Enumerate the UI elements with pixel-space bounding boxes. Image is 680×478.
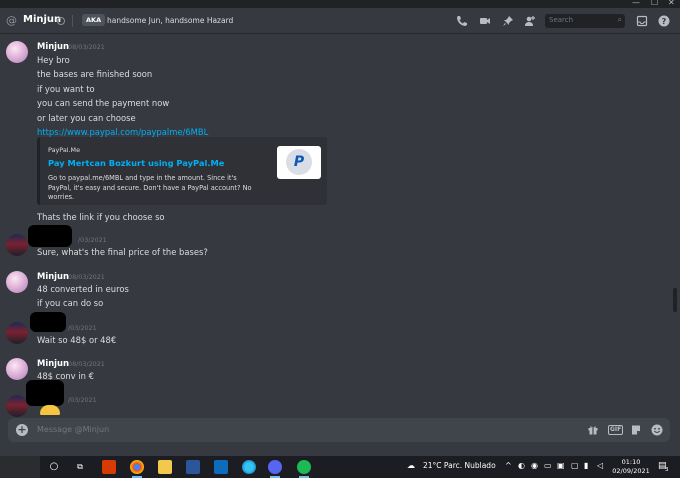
help-icon[interactable]: ? [658, 15, 670, 27]
weather-text[interactable]: 21°C Parc. Nublado [423, 461, 496, 470]
task-view-icon[interactable]: ⧉ [73, 460, 87, 474]
minimize-icon[interactable]: — [632, 0, 640, 7]
clock-time: 01:10 [621, 458, 641, 466]
message-timestamp: /03/2021 [68, 396, 97, 404]
chrome-icon[interactable] [130, 460, 144, 478]
message-timestamp: 08/03/2021 [68, 273, 105, 281]
display-icon[interactable]: ▢ [571, 461, 579, 470]
redacted-username [28, 225, 72, 247]
office-icon[interactable] [102, 460, 116, 474]
taskbar-search-area[interactable] [0, 456, 40, 478]
close-icon[interactable]: ✕ [668, 0, 675, 7]
mail-icon[interactable] [214, 460, 228, 474]
message-text: 48 converted in euros [37, 284, 129, 294]
clock-date: 02/09/2021 [612, 467, 650, 475]
network-icon[interactable]: ▣ [557, 461, 565, 470]
message-text: or later you can choose [37, 113, 136, 123]
gif-button[interactable]: GIF [608, 425, 624, 435]
avatar[interactable] [6, 322, 28, 344]
message-author[interactable]: Minjun [37, 358, 69, 368]
attach-plus-icon[interactable]: + [16, 424, 28, 436]
message-text: you can send the payment now [37, 98, 170, 108]
message-text: if you can do so [37, 298, 104, 308]
header-divider [72, 15, 73, 27]
paypal-link[interactable]: https://www.paypal.com/paypalme/6MBL [37, 127, 208, 137]
paypal-logo-icon[interactable]: P [277, 146, 321, 179]
message-text: Hey bro [37, 55, 70, 65]
aka-names: handsome Jun, handsome Hazard [107, 16, 234, 25]
show-hidden-icons-icon[interactable]: ^ [505, 461, 512, 470]
message-timestamp: 08/03/2021 [68, 43, 105, 51]
redacted-username [26, 380, 64, 406]
volume-icon[interactable]: ◁ [597, 461, 603, 470]
avatar[interactable] [6, 41, 28, 63]
channel-header: @ Minjun AKA handsome Jun, handsome Haza… [0, 8, 680, 34]
clock[interactable]: 01:10 02/09/2021 [610, 458, 652, 476]
redacted-username [30, 312, 66, 332]
channel-name: Minjun [23, 14, 62, 25]
aka-badge: AKA [82, 14, 106, 26]
scrollbar-thumb[interactable] [673, 288, 677, 312]
edge-icon[interactable] [242, 460, 256, 474]
tray-app-icon[interactable]: ◐ [518, 461, 525, 470]
avatar[interactable] [6, 271, 28, 293]
message-text: Sure, what's the final price of the base… [37, 247, 208, 257]
message-text: if you want to [37, 84, 95, 94]
message-timestamp: 08/03/2021 [68, 360, 105, 368]
message-timestamp: /03/2021 [78, 236, 107, 244]
cortana-icon[interactable]: ○ [47, 460, 61, 474]
windows-taskbar: ○ ⧉ ☁ 21°C Parc. Nublado ^ ◐ ◉ ▭ ▣ ▢ ▮ ◁… [0, 456, 680, 478]
svg-text:?: ? [662, 17, 667, 26]
inbox-icon[interactable] [636, 15, 648, 27]
spotify-icon[interactable] [297, 460, 311, 478]
message-text: Wait so 48$ or 48€ [37, 335, 117, 345]
message-list: Minjun 08/03/2021 Hey bro the bases are … [0, 35, 670, 417]
message-timestamp: /03/2021 [68, 324, 97, 332]
search-icon: ⌕ [617, 15, 622, 24]
sticker-icon[interactable] [630, 424, 642, 440]
discord-icon[interactable] [268, 460, 282, 478]
message-composer[interactable]: + Message @Minjun GIF [8, 418, 670, 442]
pin-icon[interactable] [502, 15, 514, 27]
store-icon[interactable] [186, 460, 200, 474]
gift-icon[interactable] [587, 424, 599, 440]
window-titlebar: — ☐ ✕ [0, 0, 680, 8]
message-input[interactable]: Message @Minjun [37, 425, 109, 434]
steam-icon[interactable]: ◉ [531, 461, 538, 470]
file-explorer-icon[interactable] [158, 460, 172, 474]
maximize-icon[interactable]: ☐ [651, 0, 658, 7]
usb-icon[interactable]: ▮ [584, 461, 588, 470]
search-placeholder: Search [549, 16, 574, 24]
call-icon[interactable] [456, 15, 468, 27]
add-member-icon[interactable] [524, 15, 536, 27]
battery-icon[interactable]: ▭ [544, 461, 552, 470]
status-indicator-icon [57, 17, 65, 25]
emoji-reaction-icon [40, 405, 60, 415]
link-embed: PayPal.Me Pay Mertcan Bozkurt using PayP… [37, 137, 327, 205]
video-icon[interactable] [479, 15, 491, 27]
embed-provider[interactable]: PayPal.Me [48, 146, 80, 154]
search-input[interactable]: Search ⌕ [545, 14, 625, 28]
avatar[interactable] [6, 234, 28, 256]
weather-icon[interactable]: ☁ [407, 461, 415, 470]
at-sign-icon: @ [6, 14, 17, 27]
message-text: the bases are finished soon [37, 69, 153, 79]
message-author[interactable]: Minjun [37, 271, 69, 281]
avatar[interactable] [6, 358, 28, 380]
embed-description: Go to paypal.me/6MBL and type in the amo… [48, 174, 252, 201]
message-text: Thats the link if you choose so [37, 212, 165, 222]
notification-count: 3 [665, 467, 669, 473]
embed-title[interactable]: Pay Mertcan Bozkurt using PayPal.Me [48, 158, 224, 168]
avatar[interactable] [6, 395, 28, 417]
emoji-picker-icon[interactable] [651, 424, 663, 440]
message-author[interactable]: Minjun [37, 41, 69, 51]
